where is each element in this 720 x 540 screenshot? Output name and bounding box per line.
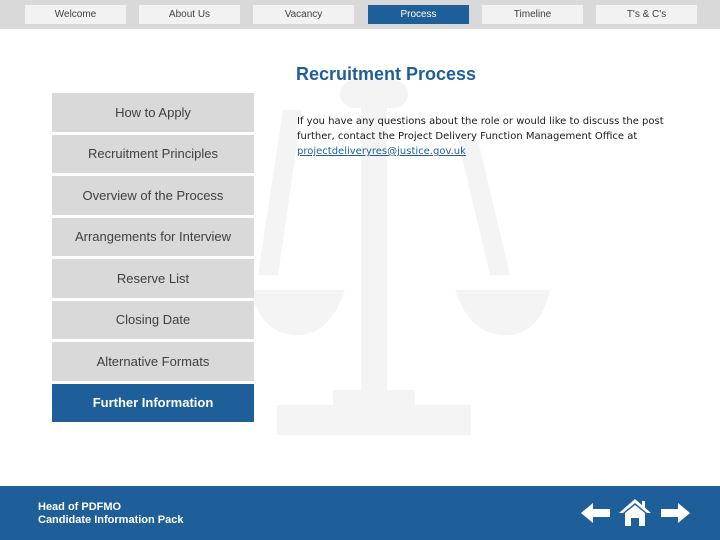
sidebar-item-further-information[interactable]: Further Information [52, 383, 254, 422]
sidebar-item-recruitment-principles[interactable]: Recruitment Principles [52, 134, 254, 173]
sidebar-item-how-to-apply[interactable]: How to Apply [52, 93, 254, 132]
tab-welcome[interactable]: Welcome [25, 5, 126, 24]
page-title: Recruitment Process [296, 64, 477, 84]
footer-caption: Head of PDFMO Candidate Information Pack [38, 501, 183, 527]
forward-arrow-icon[interactable] [659, 498, 691, 528]
tab-timeline[interactable]: Timeline [482, 5, 583, 24]
tab-about-us[interactable]: About Us [139, 5, 240, 24]
back-arrow-icon[interactable] [580, 498, 612, 528]
sidebar-item-alternative-formats[interactable]: Alternative Formats [52, 342, 254, 381]
process-sidebar-menu: How to Apply Recruitment Principles Over… [52, 93, 254, 425]
sidebar-item-closing-date[interactable]: Closing Date [52, 300, 254, 339]
tab-ts-and-cs[interactable]: T's & C's [596, 5, 697, 24]
tab-vacancy[interactable]: Vacancy [253, 5, 354, 24]
sidebar-item-overview-of-process[interactable]: Overview of the Process [52, 176, 254, 215]
tab-process[interactable]: Process [368, 5, 469, 24]
home-icon[interactable] [618, 498, 652, 528]
footer-bar: Head of PDFMO Candidate Information Pack [0, 486, 720, 540]
top-nav-bar: Welcome About Us Vacancy Process Timelin… [0, 0, 720, 29]
footer-line-1: Head of PDFMO [38, 501, 122, 513]
email-link[interactable]: projectdeliveryres@justice.gov.uk [297, 146, 466, 157]
further-info-text: If you have any questions about the role… [297, 114, 677, 159]
further-info-body: If you have any questions about the role… [297, 116, 664, 142]
footer-line-2: Candidate Information Pack [38, 514, 184, 526]
sidebar-item-arrangements-for-interview[interactable]: Arrangements for Interview [52, 217, 254, 256]
sidebar-item-reserve-list[interactable]: Reserve List [52, 259, 254, 298]
